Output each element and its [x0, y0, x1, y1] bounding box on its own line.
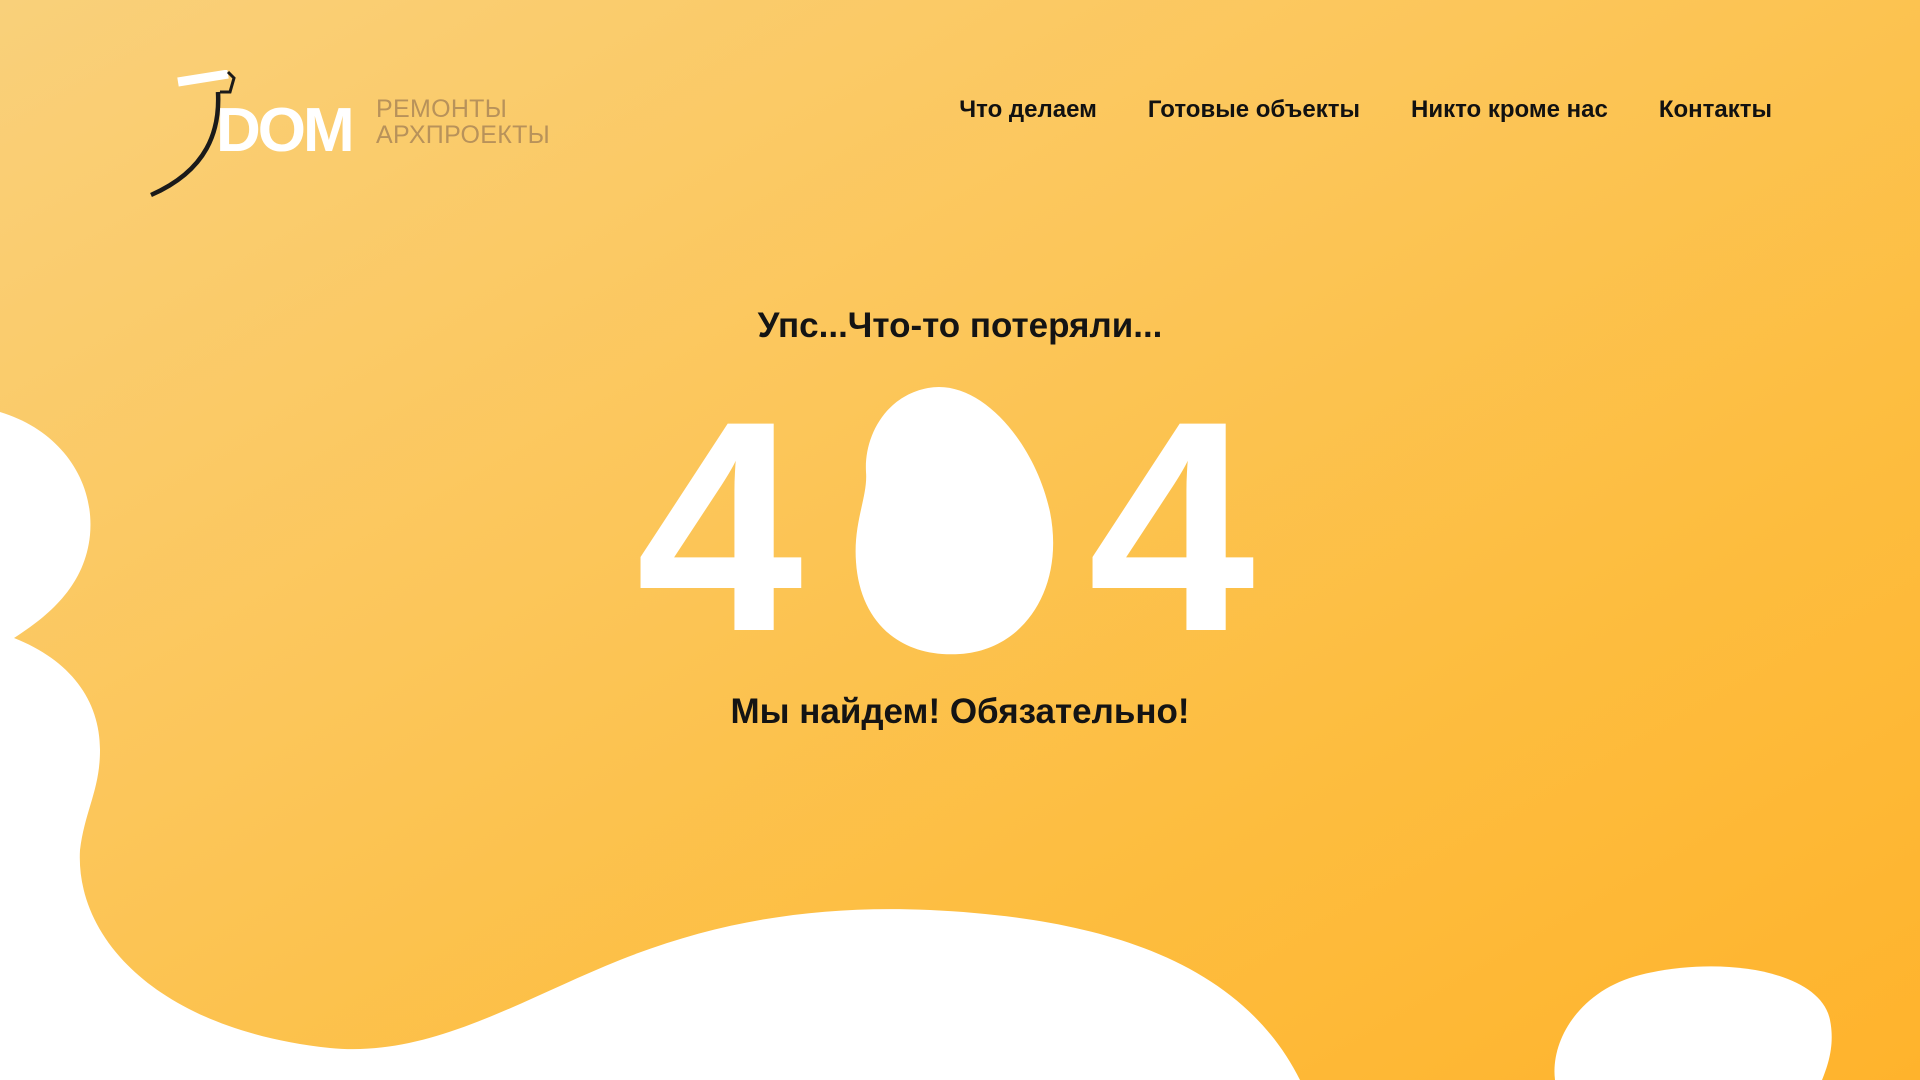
egg-blob-icon: [855, 386, 1054, 655]
error-code: 4 4: [0, 0, 1920, 1080]
error-code-digit-left: 4: [636, 358, 803, 694]
error-subline: Мы найдем! Обязательно!: [730, 692, 1190, 731]
error-code-digit-right: 4: [1088, 358, 1255, 694]
